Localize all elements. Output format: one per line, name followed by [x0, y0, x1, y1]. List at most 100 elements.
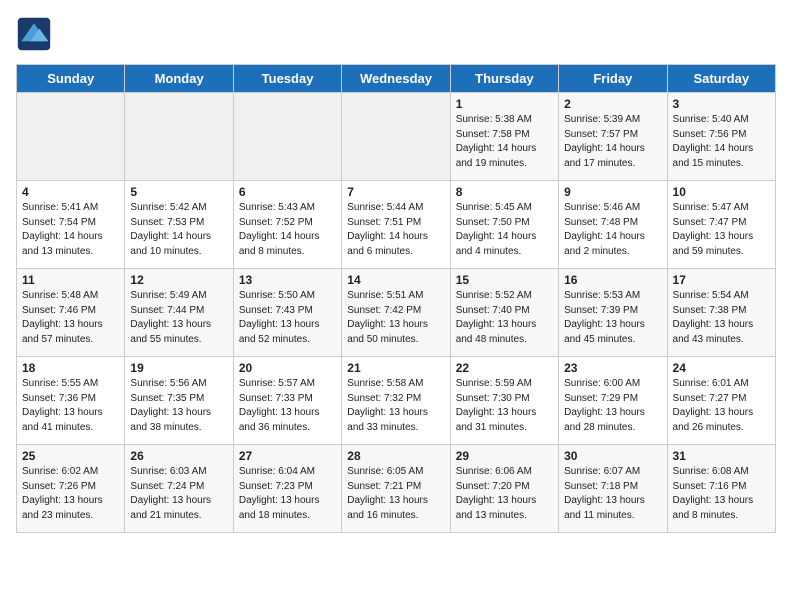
weekday-header-tuesday: Tuesday [233, 65, 341, 93]
day-detail: Sunrise: 5:39 AMSunset: 7:57 PMDaylight:… [564, 113, 661, 171]
day-number: 26 [130, 449, 227, 463]
day-number: 10 [673, 185, 770, 199]
day-number: 11 [22, 273, 119, 287]
day-detail: Sunrise: 5:50 AMSunset: 7:43 PMDaylight:… [239, 289, 336, 347]
day-detail: Sunrise: 6:00 AMSunset: 7:29 PMDaylight:… [564, 377, 661, 435]
day-number: 13 [239, 273, 336, 287]
day-detail: Sunrise: 5:48 AMSunset: 7:46 PMDaylight:… [22, 289, 119, 347]
day-detail: Sunrise: 5:54 AMSunset: 7:38 PMDaylight:… [673, 289, 770, 347]
weekday-header-friday: Friday [559, 65, 667, 93]
calendar-cell: 31 Sunrise: 6:08 AMSunset: 7:16 PMDayligh… [667, 445, 775, 533]
calendar-week-5: 25Sunrise: 6:02 AMSunset: 7:26 PMDayligh… [17, 445, 776, 533]
day-detail: Sunrise: 5:38 AMSunset: 7:58 PMDaylight:… [456, 113, 553, 171]
day-number: 28 [347, 449, 444, 463]
day-number: 31 [673, 449, 770, 463]
day-number: 22 [456, 361, 553, 375]
day-number: 24 [673, 361, 770, 375]
day-detail: Sunrise: 5:53 AMSunset: 7:39 PMDaylight:… [564, 289, 661, 347]
day-detail: Sunrise: 6:05 AMSunset: 7:21 PMDaylight:… [347, 465, 444, 523]
logo-icon [16, 16, 52, 52]
calendar-cell: 14 Sunrise: 5:51 AMSunset: 7:42 PMDayligh… [342, 269, 450, 357]
day-number: 19 [130, 361, 227, 375]
day-detail: Sunrise: 5:57 AMSunset: 7:33 PMDaylight:… [239, 377, 336, 435]
calendar-cell: 1 Sunrise: 5:38 AMSunset: 7:58 PMDaylight… [450, 93, 558, 181]
calendar-cell: 18 Sunrise: 5:55 AMSunset: 7:36 PMDayligh… [17, 357, 125, 445]
calendar-cell: 28 Sunrise: 6:05 AMSunset: 7:21 PMDayligh… [342, 445, 450, 533]
day-detail: Sunrise: 5:46 AMSunset: 7:48 PMDaylight:… [564, 201, 661, 259]
calendar-week-1: 1 Sunrise: 5:38 AMSunset: 7:58 PMDaylight… [17, 93, 776, 181]
day-number: 12 [130, 273, 227, 287]
day-detail: Sunrise: 5:49 AMSunset: 7:44 PMDaylight:… [130, 289, 227, 347]
calendar-cell: 15 Sunrise: 5:52 AMSunset: 7:40 PMDayligh… [450, 269, 558, 357]
calendar-cell: 29 Sunrise: 6:06 AMSunset: 7:20 PMDayligh… [450, 445, 558, 533]
day-number: 6 [239, 185, 336, 199]
calendar-week-2: 4 Sunrise: 5:41 AMSunset: 7:54 PMDaylight… [17, 181, 776, 269]
calendar-cell: 10Sunrise: 5:47 AMSunset: 7:47 PMDayligh… [667, 181, 775, 269]
calendar-cell: 7Sunrise: 5:44 AMSunset: 7:51 PMDaylight… [342, 181, 450, 269]
calendar-cell: 26 Sunrise: 6:03 AMSunset: 7:24 PMDayligh… [125, 445, 233, 533]
page-header [16, 16, 776, 52]
day-detail: Sunrise: 5:41 AMSunset: 7:54 PMDaylight:… [22, 201, 119, 259]
calendar-cell: 16Sunrise: 5:53 AMSunset: 7:39 PMDayligh… [559, 269, 667, 357]
calendar-cell: 27 Sunrise: 6:04 AMSunset: 7:23 PMDayligh… [233, 445, 341, 533]
day-detail: Sunrise: 6:01 AMSunset: 7:27 PMDaylight:… [673, 377, 770, 435]
calendar-cell [233, 93, 341, 181]
weekday-header-saturday: Saturday [667, 65, 775, 93]
calendar-cell: 25Sunrise: 6:02 AMSunset: 7:26 PMDayligh… [17, 445, 125, 533]
calendar-cell: 21 Sunrise: 5:58 AMSunset: 7:32 PMDayligh… [342, 357, 450, 445]
day-detail: Sunrise: 5:40 AMSunset: 7:56 PMDaylight:… [673, 113, 770, 171]
day-detail: Sunrise: 6:04 AMSunset: 7:23 PMDaylight:… [239, 465, 336, 523]
day-detail: Sunrise: 5:52 AMSunset: 7:40 PMDaylight:… [456, 289, 553, 347]
day-detail: Sunrise: 6:06 AMSunset: 7:20 PMDaylight:… [456, 465, 553, 523]
day-detail: Sunrise: 5:45 AMSunset: 7:50 PMDaylight:… [456, 201, 553, 259]
day-detail: Sunrise: 5:51 AMSunset: 7:42 PMDaylight:… [347, 289, 444, 347]
day-number: 7 [347, 185, 444, 199]
day-detail: Sunrise: 6:03 AMSunset: 7:24 PMDaylight:… [130, 465, 227, 523]
day-number: 21 [347, 361, 444, 375]
calendar-cell: 13 Sunrise: 5:50 AMSunset: 7:43 PMDayligh… [233, 269, 341, 357]
calendar-cell: 17 Sunrise: 5:54 AMSunset: 7:38 PMDayligh… [667, 269, 775, 357]
calendar-cell: 30Sunrise: 6:07 AMSunset: 7:18 PMDayligh… [559, 445, 667, 533]
day-number: 30 [564, 449, 661, 463]
logo [16, 16, 56, 52]
calendar-cell [342, 93, 450, 181]
day-detail: Sunrise: 5:43 AMSunset: 7:52 PMDaylight:… [239, 201, 336, 259]
calendar-cell: 24 Sunrise: 6:01 AMSunset: 7:27 PMDayligh… [667, 357, 775, 445]
calendar-cell [125, 93, 233, 181]
day-number: 5 [130, 185, 227, 199]
day-detail: Sunrise: 5:56 AMSunset: 7:35 PMDaylight:… [130, 377, 227, 435]
day-number: 15 [456, 273, 553, 287]
day-detail: Sunrise: 5:42 AMSunset: 7:53 PMDaylight:… [130, 201, 227, 259]
calendar-cell: 4 Sunrise: 5:41 AMSunset: 7:54 PMDaylight… [17, 181, 125, 269]
calendar-cell: 3Sunrise: 5:40 AMSunset: 7:56 PMDaylight… [667, 93, 775, 181]
calendar-cell [17, 93, 125, 181]
day-detail: Sunrise: 5:59 AMSunset: 7:30 PMDaylight:… [456, 377, 553, 435]
day-detail: Sunrise: 6:02 AMSunset: 7:26 PMDaylight:… [22, 465, 119, 523]
calendar-cell: 11 Sunrise: 5:48 AMSunset: 7:46 PMDayligh… [17, 269, 125, 357]
day-detail: Sunrise: 5:55 AMSunset: 7:36 PMDaylight:… [22, 377, 119, 435]
calendar-cell: 20 Sunrise: 5:57 AMSunset: 7:33 PMDayligh… [233, 357, 341, 445]
calendar-cell: 8 Sunrise: 5:45 AMSunset: 7:50 PMDaylight… [450, 181, 558, 269]
day-number: 8 [456, 185, 553, 199]
calendar-cell: 22 Sunrise: 5:59 AMSunset: 7:30 PMDayligh… [450, 357, 558, 445]
day-number: 17 [673, 273, 770, 287]
day-number: 2 [564, 97, 661, 111]
weekday-header-sunday: Sunday [17, 65, 125, 93]
calendar-cell: 2 Sunrise: 5:39 AMSunset: 7:57 PMDaylight… [559, 93, 667, 181]
day-number: 27 [239, 449, 336, 463]
day-number: 9 [564, 185, 661, 199]
day-number: 4 [22, 185, 119, 199]
calendar-body: 1 Sunrise: 5:38 AMSunset: 7:58 PMDaylight… [17, 93, 776, 533]
day-number: 18 [22, 361, 119, 375]
day-number: 20 [239, 361, 336, 375]
calendar-header-row: SundayMondayTuesdayWednesdayThursdayFrid… [17, 65, 776, 93]
calendar-cell: 12 Sunrise: 5:49 AMSunset: 7:44 PMDayligh… [125, 269, 233, 357]
weekday-header-monday: Monday [125, 65, 233, 93]
day-number: 14 [347, 273, 444, 287]
day-detail: Sunrise: 5:58 AMSunset: 7:32 PMDaylight:… [347, 377, 444, 435]
calendar-week-3: 11 Sunrise: 5:48 AMSunset: 7:46 PMDayligh… [17, 269, 776, 357]
day-detail: Sunrise: 6:08 AMSunset: 7:16 PMDaylight:… [673, 465, 770, 523]
day-number: 1 [456, 97, 553, 111]
day-number: 29 [456, 449, 553, 463]
calendar-cell: 5 Sunrise: 5:42 AMSunset: 7:53 PMDaylight… [125, 181, 233, 269]
